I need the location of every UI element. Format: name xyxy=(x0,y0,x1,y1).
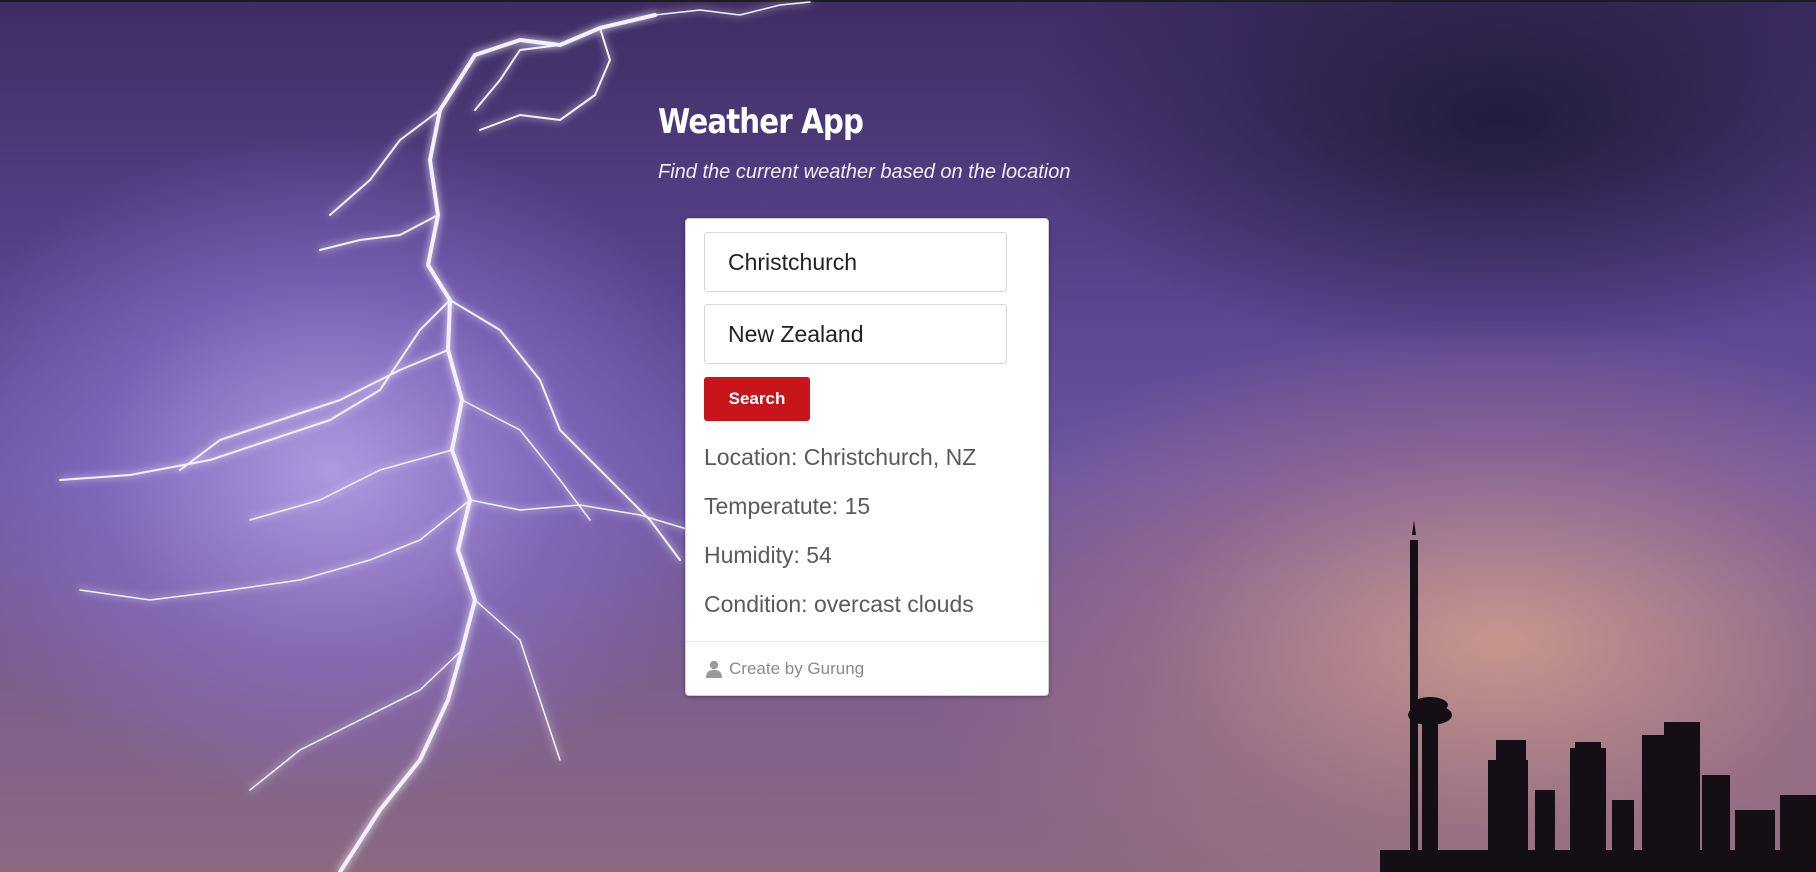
page-header: Weather App Find the current weather bas… xyxy=(658,102,1071,184)
search-button[interactable]: Search xyxy=(704,377,810,421)
user-icon xyxy=(705,660,723,678)
weather-results: Location: Christchurch, NZ Temperatute: … xyxy=(704,433,1030,629)
location-text: Location: Christchurch, NZ xyxy=(704,444,977,470)
app-subtitle: Find the current weather based on the lo… xyxy=(658,161,1071,184)
humidity-text: Humidity: 54 xyxy=(704,542,832,568)
city-input[interactable] xyxy=(704,232,1007,292)
card-footer: Create by Gurung xyxy=(686,641,1048,695)
city-skyline xyxy=(1380,520,1816,872)
country-input[interactable] xyxy=(704,304,1007,364)
weather-card: Search Location: Christchurch, NZ Temper… xyxy=(685,218,1049,696)
condition-text: Condition: overcast clouds xyxy=(704,591,974,617)
temperature-text: Temperatute: 15 xyxy=(704,493,871,519)
author-credit: Create by Gurung xyxy=(729,658,865,678)
app-title: Weather App xyxy=(658,102,864,142)
weather-form: Search Location: Christchurch, NZ Temper… xyxy=(686,219,1048,629)
